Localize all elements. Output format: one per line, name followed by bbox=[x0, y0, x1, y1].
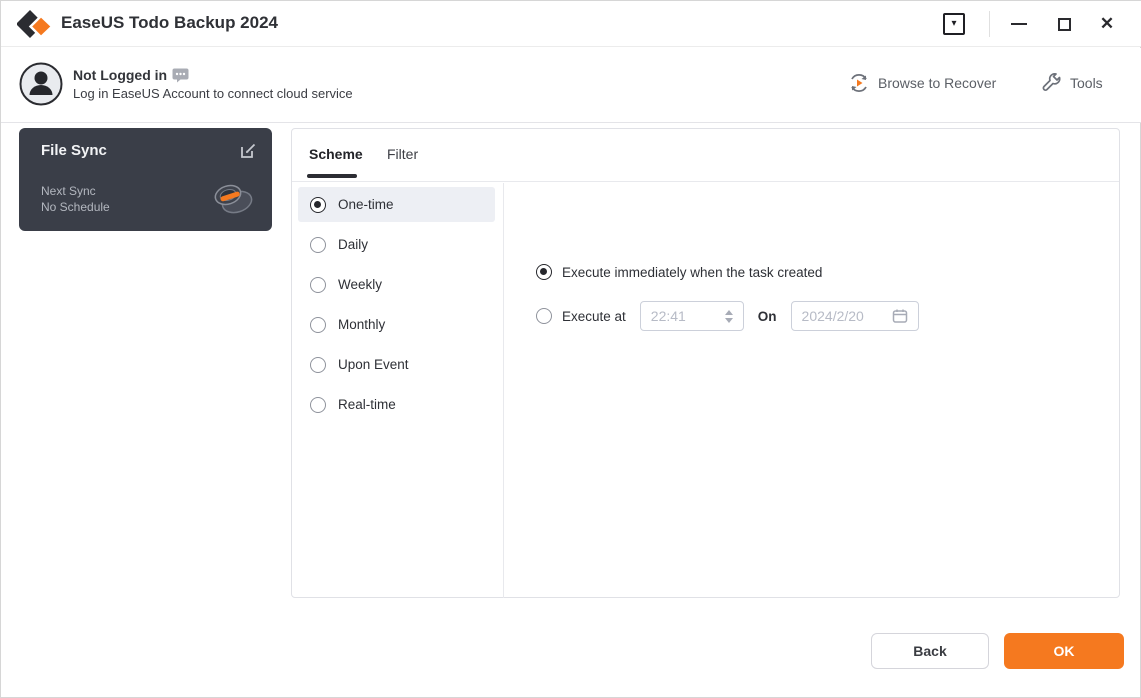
schedule-option-one-time[interactable]: One-time bbox=[298, 187, 495, 222]
radio-upon-event[interactable] bbox=[310, 356, 326, 373]
edit-icon[interactable] bbox=[239, 142, 257, 160]
calendar-icon[interactable] bbox=[892, 308, 908, 324]
login-status[interactable]: Not Logged in bbox=[73, 67, 167, 83]
spinner-down-icon[interactable] bbox=[724, 317, 733, 323]
tools-label: Tools bbox=[1070, 74, 1103, 91]
execute-at-label: Execute at bbox=[562, 308, 626, 324]
close-icon: ✕ bbox=[1099, 14, 1115, 33]
login-subtitle[interactable]: Log in EaseUS Account to connect cloud s… bbox=[73, 86, 353, 101]
option-label: Real-time bbox=[338, 397, 396, 412]
schedule-value: No Schedule bbox=[41, 200, 110, 214]
schedule-type-list: One-time Daily Weekly Monthly Upon Event… bbox=[292, 183, 504, 598]
option-label: Monthly bbox=[338, 317, 386, 332]
minimize-icon bbox=[1011, 23, 1027, 25]
spinner-up-icon[interactable] bbox=[724, 309, 733, 315]
time-input[interactable]: 22:41 bbox=[639, 301, 744, 331]
back-button[interactable]: Back bbox=[871, 633, 989, 669]
option-label: One-time bbox=[338, 197, 394, 212]
radio-execute-at[interactable] bbox=[536, 308, 552, 324]
browse-recover-icon bbox=[851, 73, 867, 93]
maximize-icon bbox=[1057, 17, 1071, 31]
tray-arrow-icon: ▾ bbox=[951, 18, 957, 29]
schedule-settings-panel: Scheme Filter One-time Daily Weekly Mont… bbox=[291, 128, 1120, 598]
minimize-button[interactable] bbox=[1007, 12, 1031, 36]
avatar[interactable] bbox=[19, 62, 63, 106]
browse-to-recover-label: Browse to Recover bbox=[878, 75, 997, 91]
radio-real-time[interactable] bbox=[310, 396, 326, 413]
wrench-icon bbox=[1042, 73, 1061, 91]
tools-button[interactable]: Tools bbox=[1041, 72, 1103, 93]
radio-weekly[interactable] bbox=[310, 276, 326, 293]
one-time-detail-pane: Execute immediately when the task create… bbox=[505, 183, 1120, 598]
ok-button[interactable]: OK bbox=[1004, 633, 1124, 669]
radio-daily[interactable] bbox=[310, 236, 326, 253]
schedule-option-real-time[interactable]: Real-time bbox=[298, 387, 495, 422]
schedule-option-weekly[interactable]: Weekly bbox=[298, 267, 495, 302]
file-sync-3d-icon bbox=[214, 184, 253, 214]
time-value: 22:41 bbox=[650, 308, 686, 324]
option-label: Daily bbox=[338, 237, 369, 252]
maximize-button[interactable] bbox=[1052, 12, 1076, 36]
execute-immediately-row[interactable]: Execute immediately when the task create… bbox=[536, 264, 822, 280]
close-button[interactable]: ✕ bbox=[1095, 12, 1119, 36]
active-tab-underline bbox=[307, 174, 357, 178]
browse-to-recover-button[interactable]: Browse to Recover bbox=[848, 72, 996, 94]
easeus-logo-icon bbox=[17, 10, 53, 39]
next-sync-label: Next Sync bbox=[41, 184, 96, 198]
radio-execute-immediately[interactable] bbox=[536, 264, 552, 280]
option-label: Upon Event bbox=[338, 357, 409, 372]
on-label: On bbox=[757, 308, 777, 324]
radio-one-time[interactable] bbox=[310, 196, 326, 213]
execute-immediately-label: Execute immediately when the task create… bbox=[562, 264, 823, 280]
time-spinner[interactable] bbox=[724, 309, 733, 323]
tab-scheme[interactable]: Scheme bbox=[309, 146, 363, 162]
title-bar: EaseUS Todo Backup 2024 ▾ ✕ bbox=[1, 1, 1141, 47]
radio-monthly[interactable] bbox=[310, 316, 326, 333]
task-title: File Sync bbox=[41, 142, 107, 159]
date-value: 2024/2/20 bbox=[801, 308, 864, 324]
tab-row: Scheme Filter bbox=[292, 129, 1119, 182]
schedule-option-daily[interactable]: Daily bbox=[298, 227, 495, 262]
file-sync-task-card[interactable]: File Sync Next Sync No Schedule bbox=[19, 128, 272, 231]
minimize-to-tray-button[interactable]: ▾ bbox=[943, 13, 965, 35]
schedule-option-upon-event[interactable]: Upon Event bbox=[298, 347, 495, 382]
option-label: Weekly bbox=[338, 277, 383, 292]
titlebar-separator bbox=[989, 11, 990, 37]
header-bar: Not Logged in Log in EaseUS Account to c… bbox=[1, 48, 1141, 123]
execute-at-row: Execute at 22:41 On 2024/2/20 bbox=[536, 301, 919, 331]
date-input[interactable]: 2024/2/20 bbox=[790, 301, 919, 331]
message-bubble-icon[interactable] bbox=[172, 68, 189, 83]
schedule-option-monthly[interactable]: Monthly bbox=[298, 307, 495, 342]
app-title: EaseUS Todo Backup 2024 bbox=[61, 13, 278, 32]
tab-filter[interactable]: Filter bbox=[387, 146, 418, 162]
